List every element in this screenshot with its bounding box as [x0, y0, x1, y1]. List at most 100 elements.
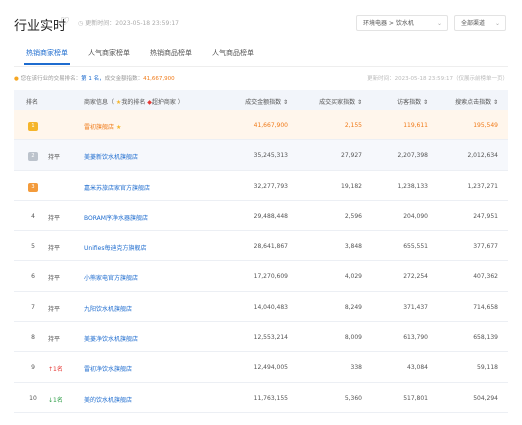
channel-select[interactable]: 全部渠道 ⌄ [454, 15, 506, 31]
visitors-value: 43,084 [407, 364, 428, 372]
buyers-value: 338 [350, 364, 362, 372]
shop-link[interactable]: 美菱新饮水机旗舰店 [84, 152, 138, 161]
rank-trend: 持平 [48, 305, 61, 313]
rank-trend: ↓1名 [48, 396, 63, 404]
search-value: 59,118 [477, 364, 498, 372]
shop-link[interactable]: 小熊家电官方旗舰店 [84, 273, 138, 282]
my-shop-star-icon: ★ [115, 124, 122, 131]
search-value: 247,951 [473, 212, 498, 220]
col-buyers[interactable]: 成交买家指数 ⇕ [319, 97, 362, 106]
table-row[interactable]: 1 雷初旗舰店 ★ 41,667,900 2,155 119,611 195,549 [14, 110, 508, 141]
buyers-value: 27,927 [341, 152, 362, 160]
buyers-value: 5,360 [344, 394, 362, 402]
shop-link[interactable]: 美菱净饮水机旗舰店 [84, 334, 138, 343]
shop-link[interactable]: BORAM序净水器旗舰店 [84, 213, 148, 222]
buyers-value: 19,182 [341, 182, 362, 190]
table-row[interactable]: 6 持平 小熊家电官方旗舰店 17,270,609 4,029 272,254 407,36… [14, 261, 508, 292]
rank-trend: 持平 [48, 275, 61, 283]
table-row[interactable]: 8 持平 美菱净饮水机旗舰店 12,553,214 8,009 613,790 658,13… [14, 322, 508, 353]
gmv-value: 12,494,005 [253, 364, 288, 372]
visitors-value: 119,611 [403, 122, 428, 129]
shop-link[interactable]: 九阳饮水机旗舰店 [84, 304, 132, 313]
buyers-value: 2,596 [344, 212, 362, 220]
rank-number: 5 [31, 243, 35, 251]
bulb-icon: ● [14, 76, 19, 82]
rank-number: 10 [29, 394, 37, 402]
visitors-value: 655,551 [403, 243, 428, 251]
chevron-down-icon: ⌄ [436, 20, 442, 27]
buyers-value: 4,029 [344, 273, 362, 281]
buyers-value: 8,249 [344, 303, 362, 311]
rank-trend: ↑1名 [48, 366, 63, 374]
buyers-value: 2,155 [344, 122, 362, 129]
shop-link[interactable]: 美的饮水机旗舰店 [84, 395, 132, 404]
tab-hot-shops[interactable]: 热销商家榜单 [24, 48, 70, 65]
table-body: 1 雷初旗舰店 ★ 41,667,900 2,155 119,611 195,549 2 持平… [14, 110, 508, 413]
rank-medal-icon: 2 [26, 152, 40, 162]
shop-link[interactable]: 雷初旗舰店 ★ [84, 122, 121, 131]
buyers-value: 3,848 [344, 243, 362, 251]
col-visitors[interactable]: 访客指数 ⇕ [397, 97, 428, 106]
visitors-value: 371,437 [403, 303, 428, 311]
rank-number: 4 [31, 212, 35, 220]
gmv-value: 29,488,448 [253, 212, 288, 220]
table-row[interactable]: 2 持平 美菱新饮水机旗舰店 35,245,313 27,927 2,207,398 2,0… [14, 140, 508, 171]
table-header: 排名 商家信息（ ★我的排名 ◆超护商家 ） 成交金额指数 ⇕ 成交买家指数 ⇕… [14, 90, 508, 110]
gmv-value: 35,245,313 [253, 152, 288, 160]
gmv-value: 41,667,900 [253, 122, 288, 129]
table-row[interactable]: 5 持平 Unifies每迪克方旗舰店 28,641,867 3,848 655,551 3… [14, 231, 508, 262]
visitors-value: 517,801 [403, 394, 428, 402]
col-gmv[interactable]: 成交金额指数 ⇕ [245, 97, 288, 106]
shop-link[interactable]: Unifies每迪克方旗舰店 [84, 243, 146, 252]
tab-popular-products[interactable]: 人气商品榜单 [212, 48, 254, 62]
shop-link[interactable]: 雷初净饮水旗舰店 [84, 364, 132, 373]
search-value: 658,139 [473, 334, 498, 342]
rank-trend: 持平 [48, 245, 61, 253]
update-note: 更新时间：2023-05-18 23:59:17（仅展示前榜单一页） [367, 76, 508, 82]
gmv-value: 32,277,793 [253, 182, 288, 190]
my-rank-info: ● 您在该行业的交易排名：第 1 名，成交金额指数：41,667,900 [14, 76, 175, 82]
rank-number: 6 [31, 273, 35, 281]
clock-icon: ◷ [78, 20, 84, 27]
table-row[interactable]: 7 持平 九阳饮水机旗舰店 14,040,483 8,249 371,437 714,658 [14, 292, 508, 323]
gmv-value: 17,270,609 [253, 273, 288, 281]
table-row[interactable]: 9 ↑1名 雷初净饮水旗舰店 12,494,005 338 43,084 59,118 [14, 352, 508, 383]
favorite-icon[interactable]: ♡ [60, 15, 70, 28]
tab-bar: 热销商家榜单 人气商家榜单 热销商品榜单 人气商品榜单 [14, 48, 508, 67]
search-value: 1,237,271 [467, 182, 498, 190]
buyers-value: 8,009 [344, 334, 362, 342]
search-value: 714,658 [473, 303, 498, 311]
visitors-value: 613,790 [403, 334, 428, 342]
page-title: 行业实时 [14, 19, 67, 34]
rank-trend: 持平 [48, 154, 61, 162]
search-value: 377,677 [473, 243, 498, 251]
gmv-value: 14,040,483 [253, 303, 288, 311]
search-value: 407,362 [473, 273, 498, 281]
gmv-value: 12,553,214 [253, 334, 288, 342]
rank-trend: 持平 [48, 214, 61, 222]
tab-hot-products[interactable]: 热销商品榜单 [150, 48, 192, 62]
search-value: 195,549 [473, 122, 498, 129]
table-row[interactable]: 10 ↓1名 美的饮水机旗舰店 11,763,155 5,360 517,801 504,2… [14, 383, 508, 413]
search-value: 504,294 [473, 394, 498, 402]
col-shop: 商家信息（ ★我的排名 ◆超护商家 ） [84, 99, 184, 106]
rank-number: 8 [31, 334, 35, 342]
rank-medal-icon: 3 [26, 182, 40, 192]
visitors-value: 2,207,398 [397, 152, 428, 160]
visitors-value: 1,238,133 [397, 182, 428, 190]
col-rank: 排名 [26, 99, 39, 106]
rank-number: 9 [31, 364, 35, 372]
ranking-table: 排名 商家信息（ ★我的排名 ◆超护商家 ） 成交金额指数 ⇕ 成交买家指数 ⇕… [14, 90, 508, 413]
rank-number: 7 [31, 303, 35, 311]
rank-trend: 持平 [48, 336, 61, 344]
table-row[interactable]: 4 持平 BORAM序净水器旗舰店 29,488,448 2,596 204,090 247… [14, 201, 508, 232]
table-row[interactable]: 3 嘉米苏旅店家官方旗舰店 32,277,793 19,182 1,238,133 1,2… [14, 171, 508, 201]
gmv-value: 11,763,155 [253, 394, 288, 402]
category-select[interactable]: 环境电器 > 饮水机 ⌄ [356, 15, 448, 31]
tab-popular-shops[interactable]: 人气商家榜单 [88, 48, 130, 62]
top-bar: 行业实时 ♡ ◷ 更新时间：2023-05-18 23:59:17 环境电器 > … [0, 0, 522, 40]
page: 行业实时 ♡ ◷ 更新时间：2023-05-18 23:59:17 环境电器 > … [0, 0, 522, 425]
col-search[interactable]: 搜索点击指数 ⇕ [455, 97, 498, 106]
shop-link[interactable]: 嘉米苏旅店家官方旗舰店 [84, 183, 150, 192]
visitors-value: 204,090 [403, 212, 428, 220]
